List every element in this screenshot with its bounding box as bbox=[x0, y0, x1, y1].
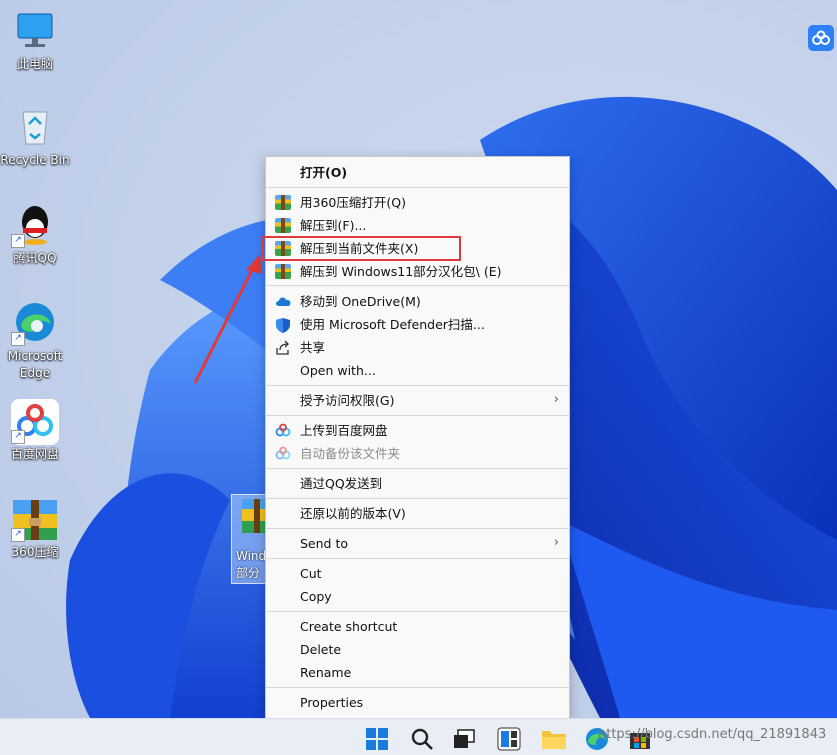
menu-separator bbox=[266, 187, 569, 188]
desktop-icon-this-pc[interactable]: 此电脑 bbox=[0, 8, 72, 72]
shortcut-arrow-icon: ↗ bbox=[11, 430, 25, 444]
menu-item-label: Delete bbox=[300, 642, 342, 657]
onedrive-cloud-icon bbox=[275, 294, 292, 310]
menu-separator bbox=[266, 558, 569, 559]
menu-item-label: 打开(O) bbox=[300, 165, 348, 180]
desktop-icon-label: Microsoft Edge bbox=[7, 349, 63, 380]
zip-archive-icon bbox=[275, 218, 292, 234]
shortcut-arrow-icon: ↗ bbox=[11, 332, 25, 346]
menu-item-share[interactable]: 共享 bbox=[266, 337, 569, 359]
recycle-bin-icon bbox=[13, 104, 57, 148]
menu-item-label: 用360压缩打开(Q) bbox=[300, 195, 406, 210]
menu-item-create-shortcut[interactable]: Create shortcut bbox=[266, 616, 569, 638]
menu-separator bbox=[266, 285, 569, 286]
annotation-highlight-box bbox=[261, 236, 461, 261]
zip-archive-icon bbox=[275, 195, 292, 211]
menu-item-properties[interactable]: Properties bbox=[266, 692, 569, 714]
menu-item-extract-to[interactable]: 解压到(F)... bbox=[266, 215, 569, 237]
menu-item-restore-versions[interactable]: 还原以前的版本(V) bbox=[266, 503, 569, 525]
menu-item-label: 自动备份该文件夹 bbox=[300, 446, 401, 461]
computer-icon bbox=[13, 8, 57, 52]
edge-icon: ↗ bbox=[11, 300, 57, 346]
desktop-icon-360-zip[interactable]: ↗ 360压缩 bbox=[0, 496, 72, 560]
widgets-icon[interactable] bbox=[497, 727, 521, 751]
menu-item-label: Copy bbox=[300, 589, 332, 604]
menu-item-label: 授予访问权限(G) bbox=[300, 393, 395, 408]
menu-item-label: 解压到(F)... bbox=[300, 218, 367, 233]
menu-item-label: 还原以前的版本(V) bbox=[300, 506, 406, 521]
menu-item-label: Cut bbox=[300, 566, 322, 581]
menu-separator bbox=[266, 687, 569, 688]
menu-item-auto-backup[interactable]: 自动备份该文件夹 bbox=[266, 443, 569, 465]
desktop-icon-label: Recycle Bin bbox=[0, 153, 70, 167]
menu-item-label: 上传到百度网盘 bbox=[300, 423, 388, 438]
menu-item-label: Rename bbox=[300, 665, 352, 680]
menu-separator bbox=[266, 528, 569, 529]
file-explorer-icon[interactable] bbox=[541, 727, 566, 751]
menu-item-label: 解压到 Windows11部分汉化包\ (E) bbox=[300, 264, 502, 279]
chevron-right-icon: › bbox=[553, 392, 559, 407]
menu-separator bbox=[266, 498, 569, 499]
menu-item-defender[interactable]: 使用 Microsoft Defender扫描... bbox=[266, 314, 569, 336]
desktop-icon-label: 360压缩 bbox=[11, 545, 59, 559]
chevron-right-icon: › bbox=[553, 535, 559, 550]
menu-item-send-to[interactable]: Send to › bbox=[266, 533, 569, 555]
menu-item-copy[interactable]: Copy bbox=[266, 586, 569, 608]
menu-item-label: Properties bbox=[300, 695, 364, 710]
qq-icon: ↗ bbox=[11, 202, 57, 248]
menu-item-label: 使用 Microsoft Defender扫描... bbox=[300, 317, 485, 332]
watermark-text: https://blog.csdn.net/qq_21891843 bbox=[598, 727, 827, 742]
start-windows-icon[interactable] bbox=[365, 727, 389, 751]
menu-item-upload-baidu[interactable]: 上传到百度网盘 bbox=[266, 420, 569, 442]
desktop-icon-label: 百度网盘 bbox=[10, 447, 59, 461]
menu-separator bbox=[266, 415, 569, 416]
menu-item-label: Create shortcut bbox=[300, 619, 398, 634]
desktop-icon-edge[interactable]: ↗ Microsoft Edge bbox=[0, 300, 72, 382]
menu-separator bbox=[266, 468, 569, 469]
desktop-icon-label: 此电脑 bbox=[16, 57, 53, 71]
file-label: Wind 部分 bbox=[236, 549, 267, 580]
desktop-icon-baidu-netdisk[interactable]: ↗ 百度网盘 bbox=[0, 398, 72, 462]
menu-separator bbox=[266, 611, 569, 612]
baidu-netdisk-icon bbox=[275, 423, 292, 439]
baidu-netdisk-tray-icon[interactable] bbox=[808, 25, 834, 51]
baidu-netdisk-icon: ↗ bbox=[11, 398, 59, 445]
menu-item-label: Send to bbox=[300, 536, 349, 551]
menu-item-zip-open[interactable]: 用360压缩打开(Q) bbox=[266, 192, 569, 214]
menu-item-open[interactable]: 打开(O) bbox=[266, 162, 569, 184]
menu-item-open-with[interactable]: Open with... bbox=[266, 360, 569, 382]
desktop-icon-recycle-bin[interactable]: Recycle Bin bbox=[0, 104, 72, 168]
task-view-icon[interactable] bbox=[452, 727, 476, 751]
menu-item-label: 移动到 OneDrive(M) bbox=[300, 294, 421, 309]
menu-item-extract-folder[interactable]: 解压到 Windows11部分汉化包\ (E) bbox=[266, 261, 569, 283]
shortcut-arrow-icon: ↗ bbox=[11, 234, 25, 248]
menu-item-cut[interactable]: Cut bbox=[266, 563, 569, 585]
baidu-netdisk-icon bbox=[275, 446, 292, 462]
menu-separator bbox=[266, 385, 569, 386]
shortcut-arrow-icon: ↗ bbox=[11, 528, 25, 542]
menu-item-label: Open with... bbox=[300, 363, 376, 378]
desktop-icon-qq[interactable]: ↗ 腾讯QQ bbox=[0, 202, 72, 266]
menu-item-delete[interactable]: Delete bbox=[266, 639, 569, 661]
menu-item-send-qq[interactable]: 通过QQ发送到 bbox=[266, 473, 569, 495]
menu-item-label: 通过QQ发送到 bbox=[300, 476, 383, 491]
search-icon[interactable] bbox=[410, 727, 434, 751]
menu-item-grant-access[interactable]: 授予访问权限(G) › bbox=[266, 390, 569, 412]
defender-shield-icon bbox=[275, 317, 292, 333]
360-zip-icon: ↗ bbox=[11, 496, 57, 542]
menu-item-label: 共享 bbox=[300, 340, 326, 355]
desktop-icon-label: 腾讯QQ bbox=[13, 251, 57, 265]
menu-item-onedrive[interactable]: 移动到 OneDrive(M) bbox=[266, 291, 569, 313]
zip-archive-icon bbox=[275, 264, 292, 280]
menu-item-rename[interactable]: Rename bbox=[266, 662, 569, 684]
share-icon bbox=[275, 340, 292, 356]
